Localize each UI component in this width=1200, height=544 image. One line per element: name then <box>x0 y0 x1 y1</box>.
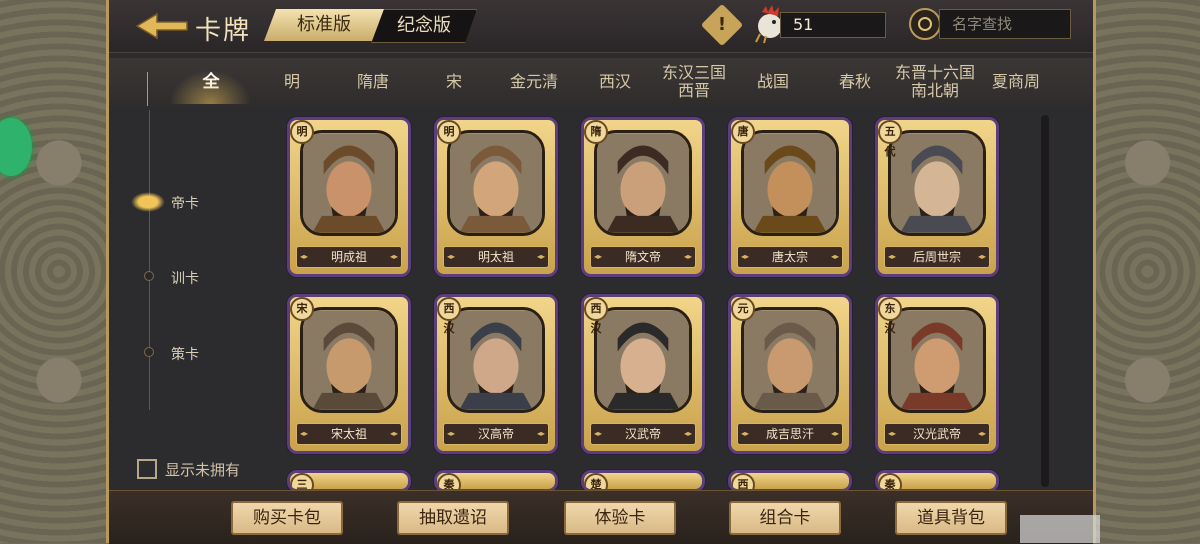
hero-card[interactable]: 隋隋文帝 <box>581 117 705 277</box>
hero-name: 汉武帝 <box>590 423 696 445</box>
hero-card[interactable]: 唐唐太宗 <box>728 117 852 277</box>
era-badge: 隋 <box>584 120 608 144</box>
left-decoration <box>0 0 118 543</box>
hero-card[interactable]: 西汉汉高帝 <box>434 294 558 454</box>
tab-era-suitang[interactable]: 隋唐 <box>345 58 401 106</box>
rail-dot <box>144 271 154 281</box>
draw-edict-button[interactable]: 抽取遗诏 <box>397 501 509 535</box>
filter-rail <box>149 110 150 410</box>
hero-card[interactable]: 五代后周世宗 <box>875 117 999 277</box>
header: 卡牌 纪念版 标准版 ! 51 名字查找 <box>109 0 1093 53</box>
rail-dot <box>144 347 154 357</box>
era-badge: 五代 <box>878 120 902 158</box>
hero-card[interactable]: 元成吉思汗 <box>728 294 852 454</box>
hero-card-partial[interactable]: 楚 <box>581 470 705 492</box>
hero-card[interactable]: 西汉汉武帝 <box>581 294 705 454</box>
hero-name: 成吉思汗 <box>737 423 843 445</box>
era-badge: 唐 <box>731 120 755 144</box>
era-badge: 宋 <box>290 297 314 321</box>
combo-card-button[interactable]: 组合卡 <box>729 501 841 535</box>
hero-portrait <box>594 307 692 413</box>
hero-card-partial[interactable]: 秦 <box>434 470 558 492</box>
tab-era-zhanguo[interactable]: 战国 <box>745 58 801 106</box>
hero-card[interactable]: 明明成祖 <box>287 117 411 277</box>
hero-name: 宋太祖 <box>296 423 402 445</box>
bottom-action-bar: 购买卡包 抽取遗诏 体验卡 组合卡 道具背包 <box>109 490 1093 544</box>
item-bag-button[interactable]: 道具背包 <box>895 501 1007 535</box>
card-panel: 卡牌 纪念版 标准版 ! 51 名字查找 全 明 隋唐 宋 金元清 西汉 东汉三… <box>106 0 1096 544</box>
hero-name: 汉光武帝 <box>884 423 990 445</box>
era-badge: 元 <box>731 297 755 321</box>
page-title: 卡牌 <box>195 16 252 46</box>
tab-standard[interactable]: 标准版 <box>264 9 384 41</box>
hero-card-partial[interactable]: 三 <box>287 470 411 492</box>
era-badge: 明 <box>437 120 461 144</box>
era-badge: 明 <box>290 120 314 144</box>
active-tab-mountain-icon <box>169 70 251 104</box>
hero-name: 唐太宗 <box>737 246 843 268</box>
hero-card[interactable]: 明明太祖 <box>434 117 558 277</box>
filter-emperor-card[interactable]: 帝卡 <box>171 193 199 213</box>
filter-strategy-card[interactable]: 策卡 <box>171 344 199 364</box>
tab-commemorative[interactable]: 纪念版 <box>371 9 477 43</box>
era-badge: 东汉 <box>878 297 902 335</box>
show-unowned-checkbox[interactable] <box>137 459 157 479</box>
hero-portrait <box>447 130 545 236</box>
tab-era-jinyuanqing[interactable]: 金元清 <box>499 58 569 106</box>
hero-portrait <box>300 130 398 236</box>
trial-card-button[interactable]: 体验卡 <box>564 501 676 535</box>
tab-era-donghan-sanguo-xijin[interactable]: 东汉三国西晋 <box>655 58 733 106</box>
hero-portrait <box>741 130 839 236</box>
era-badge: 西汉 <box>584 297 608 335</box>
lotus-icon <box>131 192 165 212</box>
hero-portrait <box>300 307 398 413</box>
tab-era-chunqiu[interactable]: 春秋 <box>827 58 883 106</box>
right-decoration <box>1095 0 1200 543</box>
hero-card[interactable]: 东汉汉光武帝 <box>875 294 999 454</box>
hero-portrait <box>594 130 692 236</box>
rail-top-ornament <box>147 72 154 106</box>
tab-era-dongjin-nanbeichao[interactable]: 东晋十六国南北朝 <box>895 58 975 106</box>
hero-name: 明成祖 <box>296 246 402 268</box>
alert-icon[interactable]: ! <box>700 3 744 47</box>
tab-era-xiashangzhou[interactable]: 夏商周 <box>983 58 1049 106</box>
tab-era-ming[interactable]: 明 <box>272 58 312 106</box>
hero-name: 明太祖 <box>443 246 549 268</box>
filter-training-card[interactable]: 训卡 <box>171 268 199 288</box>
tab-era-song[interactable]: 宋 <box>434 58 474 106</box>
overlay-blur <box>1020 515 1100 543</box>
hero-card[interactable]: 宋宋太祖 <box>287 294 411 454</box>
tab-era-xihan[interactable]: 西汉 <box>587 58 643 106</box>
currency-value: 51 <box>780 12 886 38</box>
search-input[interactable]: 名字查找 <box>939 9 1071 39</box>
hero-name: 汉高帝 <box>443 423 549 445</box>
era-tabs: 全 明 隋唐 宋 金元清 西汉 东汉三国西晋 战国 春秋 东晋十六国南北朝 夏商… <box>109 58 1093 106</box>
card-list-scrollbar[interactable] <box>1041 115 1049 487</box>
back-arrow-icon[interactable] <box>135 12 189 40</box>
hero-portrait <box>741 307 839 413</box>
era-badge: 西汉 <box>437 297 461 335</box>
hero-card-partial[interactable]: 西 <box>728 470 852 492</box>
hero-card-partial[interactable]: 秦 <box>875 470 999 492</box>
hero-name: 后周世宗 <box>884 246 990 268</box>
buy-pack-button[interactable]: 购买卡包 <box>231 501 343 535</box>
show-unowned-label: 显示未拥有 <box>165 461 241 479</box>
search-icon[interactable] <box>909 8 941 40</box>
hero-portrait <box>447 307 545 413</box>
hero-name: 隋文帝 <box>590 246 696 268</box>
hero-portrait <box>888 307 986 413</box>
hero-portrait <box>888 130 986 236</box>
